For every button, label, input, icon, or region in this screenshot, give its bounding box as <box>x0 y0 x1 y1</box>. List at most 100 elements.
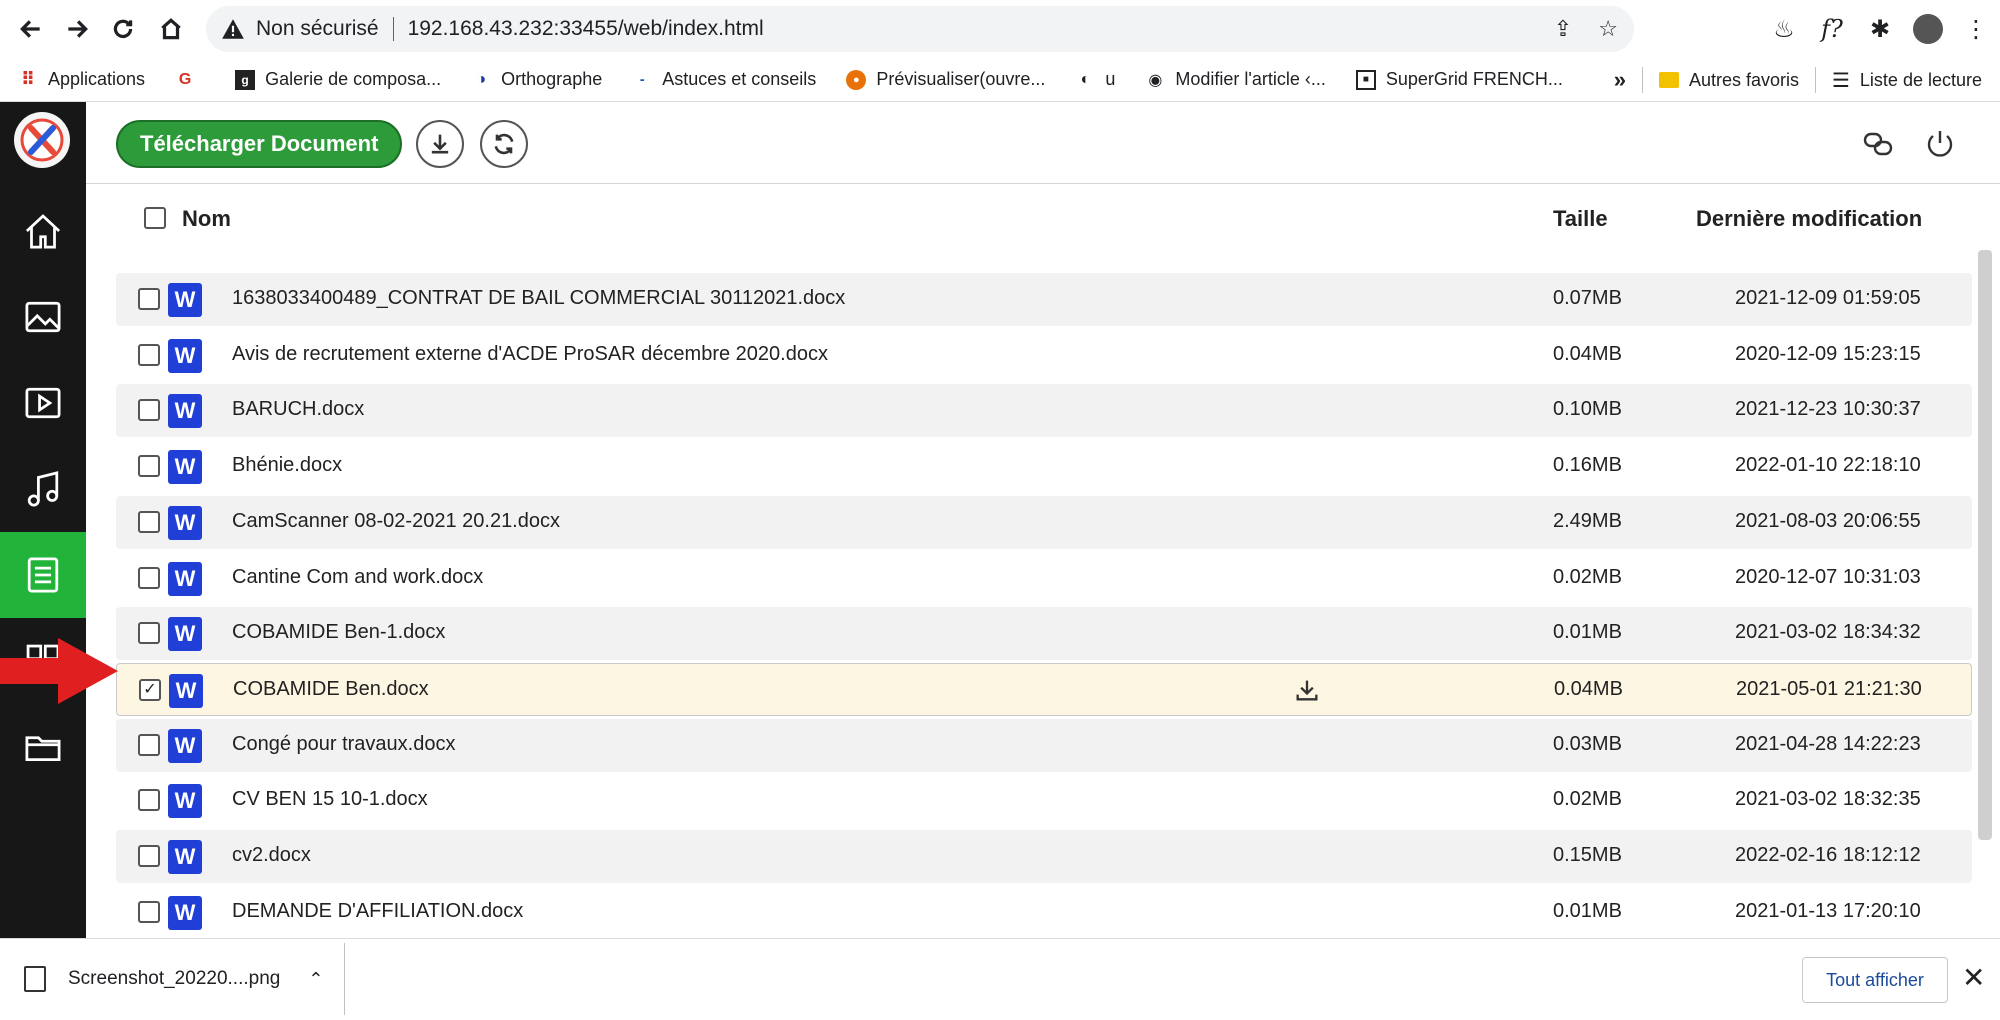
bookmarks-divider <box>1641 67 1643 93</box>
bookmark-astuces[interactable]: ⁃ Astuces et conseils <box>632 69 816 90</box>
reading-list[interactable]: Liste de lecture <box>1860 70 1982 91</box>
other-bookmarks[interactable]: Autres favoris <box>1689 70 1799 91</box>
word-file-icon: W <box>168 450 202 485</box>
bookmark-modifier[interactable]: ◉ Modifier l'article ‹... <box>1145 69 1325 90</box>
table-row[interactable]: W CV BEN 15 10-1.docx 0.02MB 2021-03-02 18:… <box>116 774 1972 827</box>
bookmarks-overflow-icon[interactable]: » <box>1614 67 1626 93</box>
row-checkbox[interactable] <box>138 288 160 310</box>
profile-avatar[interactable] <box>1904 6 1952 52</box>
sidebar-item-home[interactable] <box>0 188 86 274</box>
column-header-name[interactable]: Nom <box>182 206 231 232</box>
table-row[interactable]: Wcv2.docx 0.15MB 2022-02-16 18:12:12 <box>116 830 1972 883</box>
file-name[interactable]: CV BEN 15 10-1.docx <box>232 788 428 811</box>
select-all-checkbox[interactable] <box>144 207 166 229</box>
file-size: 0.16MB <box>1553 454 1622 477</box>
file-modified: 2021-12-23 10:30:37 <box>1735 398 1921 421</box>
file-modified: 2022-02-16 18:12:12 <box>1735 844 1921 866</box>
file-name[interactable]: Cantine Com and work.docx <box>232 566 483 589</box>
file-name[interactable]: Congé pour travaux.docx <box>232 733 455 756</box>
home-button[interactable] <box>148 6 194 52</box>
bookmark-previsualiser[interactable]: ● Prévisualiser(ouvre... <box>846 69 1045 90</box>
download-button[interactable] <box>416 120 464 168</box>
extension-formula-icon[interactable]: f? <box>1808 6 1856 52</box>
row-checkbox[interactable]: ✓ <box>139 678 161 701</box>
row-download-icon[interactable] <box>1293 676 1321 704</box>
star-bookmark-icon[interactable]: ☆ <box>1598 16 1618 42</box>
row-checkbox[interactable] <box>138 455 160 478</box>
table-row[interactable]: W COBAMIDE Ben-1.docx 0.01MB 2021-03-02 18:… <box>116 607 1972 661</box>
file-name[interactable]: Avis de recrutement externe d'ACDE ProSA… <box>232 343 828 366</box>
file-size: 0.04MB <box>1553 342 1622 365</box>
file-name[interactable]: CamScanner 08-02-2021 20.21.docx <box>232 510 560 533</box>
chevron-up-icon[interactable]: ⌃ <box>308 969 323 990</box>
forward-button[interactable] <box>54 6 100 52</box>
bookmarks-divider <box>1814 67 1816 93</box>
table-row[interactable]: W Congé pour travaux.docx 0.03MB 2021-04-28… <box>116 718 1972 772</box>
power-button[interactable] <box>1918 122 1962 166</box>
reload-button[interactable] <box>100 6 146 52</box>
app-logo[interactable] <box>14 112 70 168</box>
file-modified: 2020-12-09 15:23:15 <box>1735 342 1921 365</box>
row-checkbox[interactable] <box>138 622 160 645</box>
file-name[interactable]: 1638033400489_CONTRAT DE BAIL COMMERCIAL… <box>232 287 845 310</box>
sidebar-item-music[interactable] <box>0 446 86 532</box>
bookmark-label: u <box>1105 69 1116 89</box>
connection-button[interactable] <box>1856 122 1900 166</box>
row-checkbox[interactable] <box>138 566 160 589</box>
file-name[interactable]: cv2.docx <box>232 844 311 867</box>
bookmark-u[interactable]: ◐ u <box>1075 69 1116 90</box>
scrollbar-thumb[interactable] <box>1978 250 1992 840</box>
image-icon <box>25 301 61 333</box>
table-row[interactable]: W CamScanner 08-02-2021 20.21.docx 2.49MB 2… <box>116 495 1972 549</box>
file-name[interactable]: DEMANDE D'AFFILIATION.docx <box>232 900 523 923</box>
sidebar-item-photos[interactable] <box>0 274 86 360</box>
table-row[interactable]: W BARUCH.docx 0.10MB 2021-12-23 10:30:37 <box>116 384 1972 438</box>
back-button[interactable] <box>8 6 54 52</box>
bookmark-orthographe[interactable]: ◑ Orthographe <box>471 69 602 90</box>
extensions-puzzle-icon[interactable]: ✱ <box>1856 6 1904 52</box>
upload-document-button[interactable]: Télécharger Document <box>116 120 403 168</box>
bookmark-applications[interactable]: ⠿ Applications <box>18 69 145 90</box>
close-icon[interactable]: ✕ <box>1962 961 1985 994</box>
file-name[interactable]: Bhénie.docx <box>232 454 342 477</box>
row-checkbox[interactable] <box>138 399 160 422</box>
bookmark-galerie[interactable]: g Galerie de composa... <box>235 69 441 90</box>
word-file-icon: W <box>168 840 202 874</box>
row-checkbox[interactable] <box>138 789 160 812</box>
refresh-button[interactable] <box>480 120 528 168</box>
file-modified: 2022-01-10 22:18:10 <box>1735 454 1921 477</box>
row-checkbox[interactable] <box>138 900 160 923</box>
more-menu-icon[interactable]: ⋮ <box>1952 6 2000 52</box>
sidebar-item-files[interactable] <box>0 704 86 790</box>
bookmark-supergrid[interactable]: ■ SuperGrid FRENCH... <box>1355 69 1563 90</box>
table-row[interactable]: ✓ W COBAMIDE Ben.docx 0.04MB 2021-05-01 21:2… <box>116 662 1972 716</box>
word-file-icon: W <box>168 728 202 763</box>
sidebar-item-videos[interactable] <box>0 360 86 446</box>
download-icon <box>431 134 449 154</box>
table-row[interactable]: W DEMANDE D'AFFILIATION.docx 0.01MB 2021-01… <box>116 886 1972 938</box>
show-all-button[interactable]: Tout afficher <box>1802 957 1948 1003</box>
share-icon[interactable]: ⇪ <box>1554 16 1572 42</box>
column-header-size[interactable]: Taille <box>1553 206 1608 232</box>
row-checkbox[interactable] <box>138 845 160 867</box>
folder-icon <box>1658 72 1679 88</box>
table-row[interactable]: W Cantine Com and work.docx 0.02MB 2020-12-… <box>116 552 1972 605</box>
download-item[interactable]: Screenshot_20220....png ⌃ <box>24 953 323 1005</box>
file-name[interactable]: BARUCH.docx <box>232 398 364 421</box>
bookmark-google[interactable]: G <box>175 70 205 90</box>
file-size: 0.01MB <box>1553 621 1622 644</box>
row-checkbox[interactable] <box>138 510 160 533</box>
table-row[interactable]: W 1638033400489_CONTRAT DE BAIL COMMERCIA… <box>116 273 1972 326</box>
row-checkbox[interactable] <box>138 343 160 366</box>
address-bar[interactable]: Non sécurisé 192.168.43.232:33455/web/in… <box>206 6 1634 52</box>
table-row[interactable]: W Avis de recrutement externe d'ACDE ProS… <box>116 329 1972 382</box>
file-name[interactable]: COBAMIDE Ben-1.docx <box>232 621 445 644</box>
file-name[interactable]: COBAMIDE Ben.docx <box>233 678 429 701</box>
file-modified: 2021-05-01 21:21:30 <box>1736 677 1922 700</box>
column-header-modified[interactable]: Dernière modification <box>1696 206 1922 232</box>
extension-flame-icon[interactable]: ♨ <box>1760 6 1808 52</box>
video-icon <box>25 387 61 419</box>
sidebar-item-documents[interactable] <box>0 532 86 618</box>
table-row[interactable]: W Bhénie.docx 0.16MB 2022-01-10 22:18:10 <box>116 440 1972 493</box>
row-checkbox[interactable] <box>138 733 160 756</box>
